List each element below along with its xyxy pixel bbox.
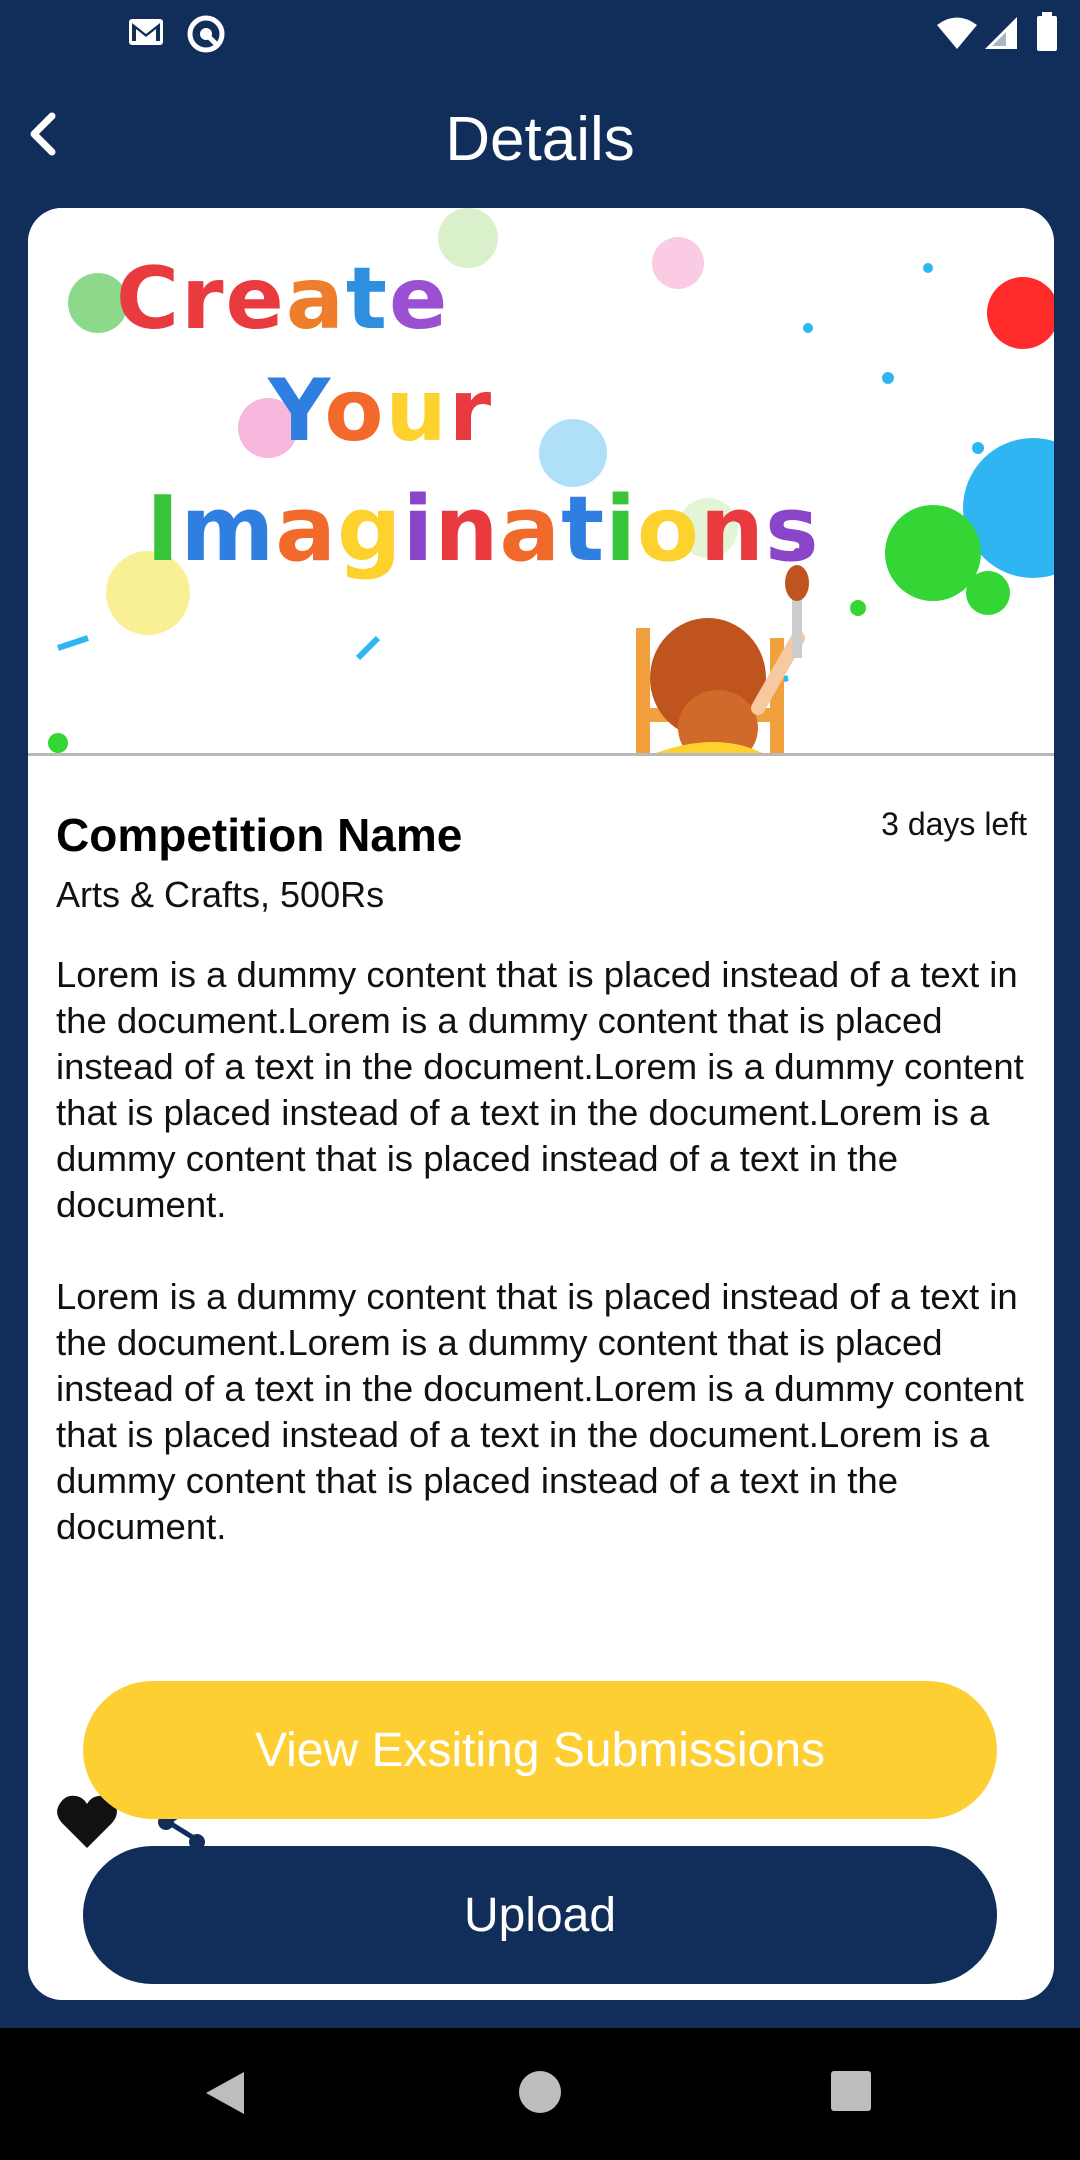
svg-text:Imaginations: Imaginations — [146, 477, 820, 582]
description-paragraph: Lorem is a dummy content that is placed … — [56, 1276, 1024, 1547]
recents-square-icon[interactable] — [830, 2070, 872, 2117]
svg-text:Your: Your — [267, 361, 493, 461]
gmail-icon — [128, 18, 164, 51]
category-fee-label: Arts & Crafts, 500Rs — [56, 874, 385, 915]
battery-icon — [1036, 12, 1058, 57]
page-title: Details — [445, 105, 635, 174]
svg-text:Create: Create — [116, 249, 449, 349]
upload-button[interactable]: Upload — [83, 1846, 997, 1984]
competition-card: Create Your Imaginations Competition Nam… — [28, 208, 1054, 2000]
app-bar: Details — [0, 66, 1080, 212]
description-paragraph: Lorem is a dummy content that is placed … — [56, 954, 1024, 1225]
signal-icon — [984, 16, 1018, 55]
wifi-icon — [936, 16, 978, 55]
competition-banner-image: Create Your Imaginations — [28, 208, 1054, 756]
view-submissions-button[interactable]: View Exsiting Submissions — [83, 1681, 997, 1819]
competition-description: Lorem is a dummy content that is placed … — [56, 952, 1031, 1550]
status-bar — [0, 0, 1080, 66]
system-nav-bar — [0, 2028, 1080, 2160]
back-triangle-icon[interactable] — [204, 2070, 246, 2121]
banner-title-art: Create Your Imaginations — [116, 249, 820, 582]
sync-icon — [186, 14, 226, 59]
competition-name: Competition Name — [56, 809, 463, 861]
time-left-label: 3 days left — [881, 806, 1027, 842]
home-circle-icon[interactable] — [518, 2070, 562, 2119]
